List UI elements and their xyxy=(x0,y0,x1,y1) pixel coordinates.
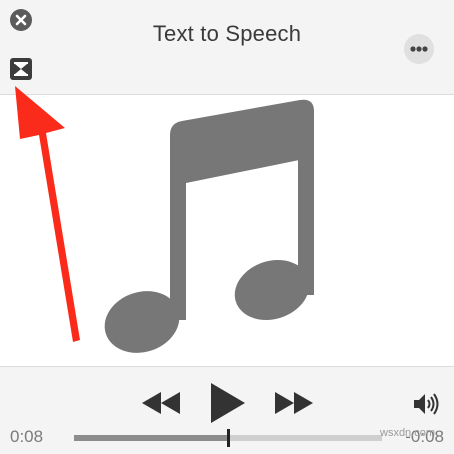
window-title: Text to Speech xyxy=(152,21,302,46)
play-icon xyxy=(211,383,245,423)
watermark-text: wsxdn.com xyxy=(380,427,436,439)
music-note-icon xyxy=(104,99,314,353)
hourglass-collapse-icon xyxy=(14,62,28,76)
volume-button[interactable] xyxy=(412,391,442,417)
rewind-button[interactable] xyxy=(141,389,181,417)
progress-fill xyxy=(74,435,228,441)
playback-controls: 0:08 -0:08 xyxy=(0,366,454,454)
playhead-handle[interactable] xyxy=(227,429,230,447)
fast-forward-button[interactable] xyxy=(274,389,314,417)
more-options-button[interactable] xyxy=(404,34,434,64)
collapse-button[interactable] xyxy=(10,58,32,80)
play-button[interactable] xyxy=(210,382,246,424)
ellipsis-icon xyxy=(410,46,428,52)
progress-scrubber[interactable] xyxy=(74,429,382,447)
elapsed-time: 0:08 xyxy=(10,427,44,446)
fast-forward-icon xyxy=(275,392,313,414)
speaker-volume-icon xyxy=(414,393,439,415)
title-bar: Text to Speech xyxy=(0,0,454,95)
rewind-icon xyxy=(142,392,180,414)
album-artwork xyxy=(0,95,454,365)
text-to-speech-window: Text to Speech 0:08 -0:08 wsxdn.com xyxy=(0,0,454,454)
